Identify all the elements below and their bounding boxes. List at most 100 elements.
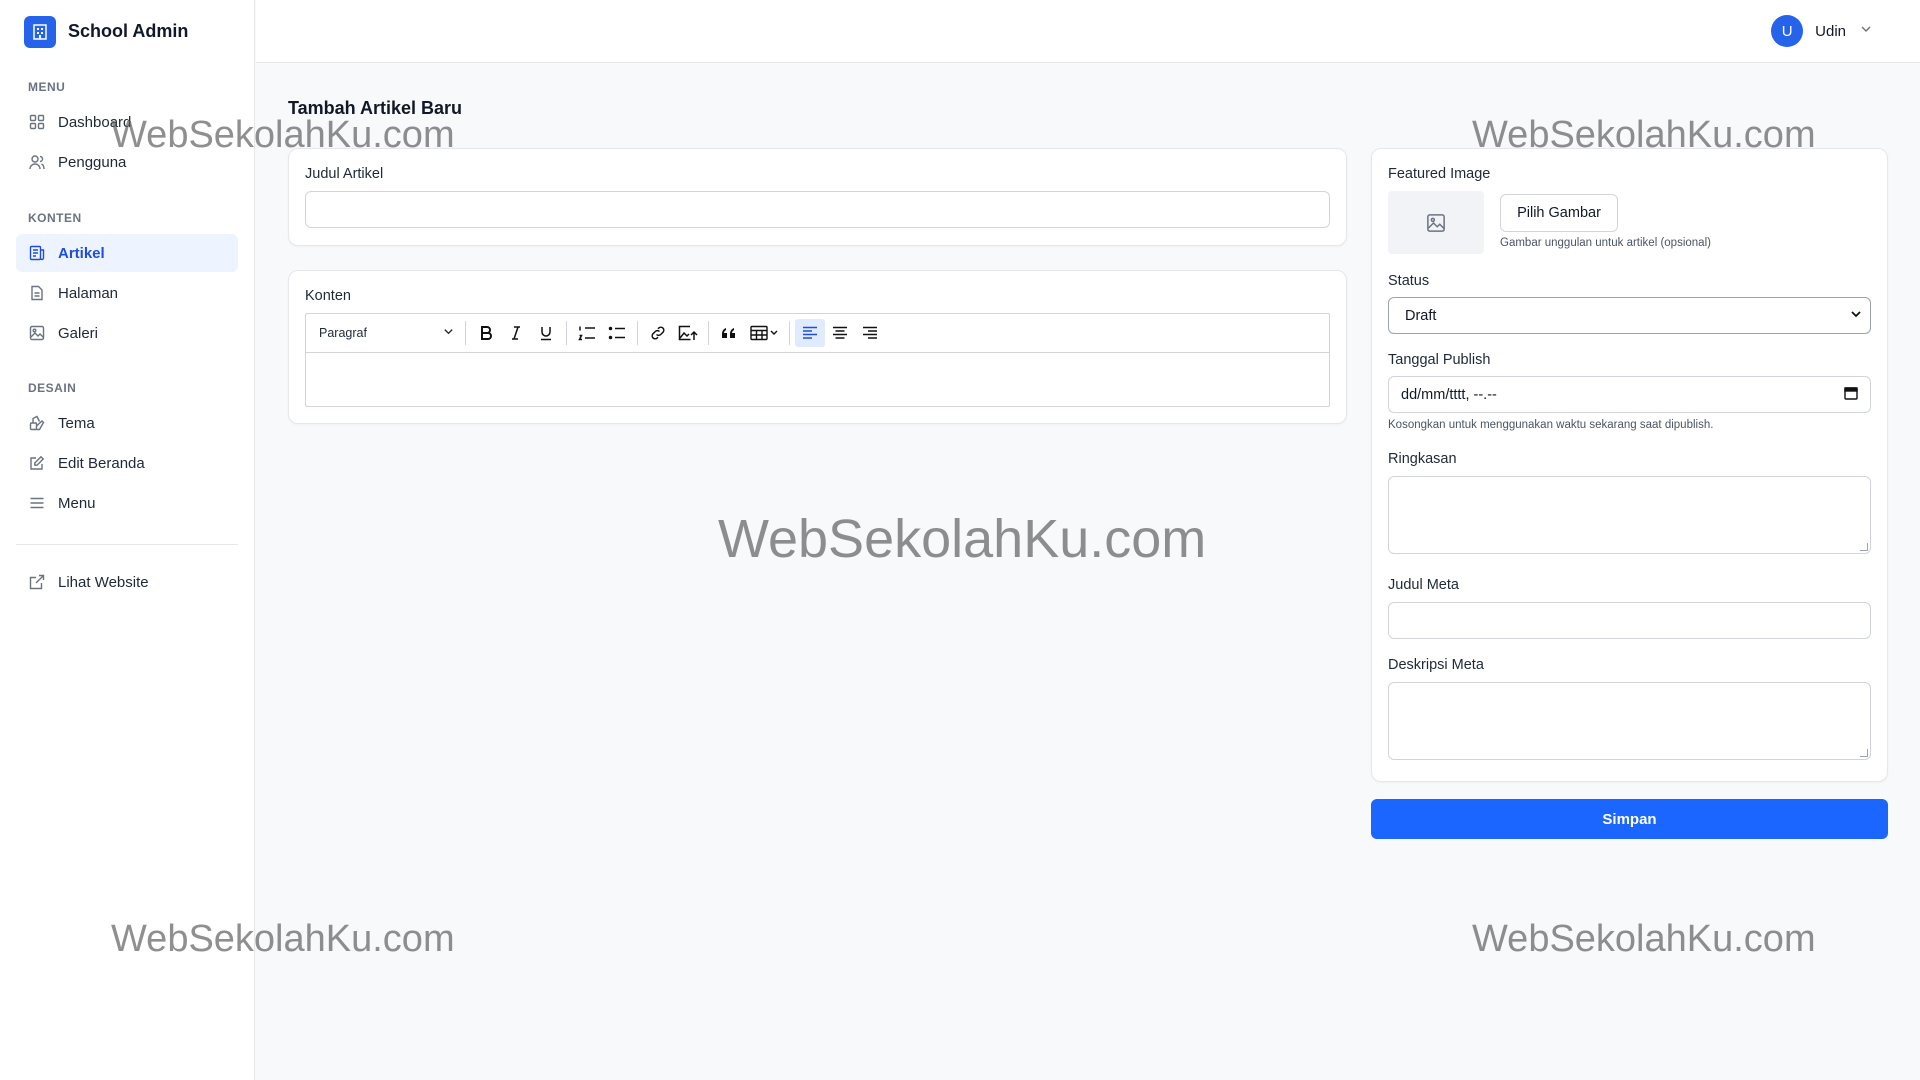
watermark: WebSekolahKu.com	[111, 114, 455, 156]
external-link-icon	[28, 573, 46, 591]
toolbar-separator	[566, 321, 567, 345]
featured-image-label: Featured Image	[1388, 166, 1491, 182]
quote-icon	[722, 328, 735, 338]
rich-text-editor: Paragraf	[305, 313, 1330, 407]
sidebar-item-label: Menu	[58, 494, 96, 512]
dashboard-icon	[28, 113, 46, 131]
numbered-list-button[interactable]	[572, 319, 602, 347]
watermark: WebSekolahKu.com	[1472, 918, 1816, 960]
blockquote-button[interactable]	[714, 319, 744, 347]
sidebar-item-label: Galeri	[58, 324, 99, 342]
bulleted-list-icon	[608, 326, 625, 340]
underline-button[interactable]	[531, 319, 561, 347]
meta-title-input[interactable]	[1388, 602, 1871, 639]
title-input[interactable]	[305, 191, 1330, 228]
sidebar-item-edit-beranda[interactable]: Edit Beranda	[16, 444, 238, 482]
status-label: Status	[1388, 273, 1430, 289]
align-left-icon	[803, 326, 817, 339]
choose-image-button[interactable]: Pilih Gambar	[1500, 194, 1618, 232]
align-left-button[interactable]	[795, 319, 825, 347]
watermark: WebSekolahKu.com	[1472, 114, 1816, 156]
sidebar-item-label: Edit Beranda	[58, 454, 145, 472]
publish-date-input[interactable]: dd/mm/tttt, --.--	[1388, 376, 1871, 413]
resize-handle[interactable]	[1860, 749, 1868, 757]
align-right-icon	[863, 326, 877, 339]
sidebar-item-tema[interactable]: Tema	[16, 404, 238, 442]
image-upload-icon	[678, 325, 698, 341]
status-select[interactable]: Draft	[1388, 297, 1871, 334]
paragraph-format-value: Paragraf	[319, 326, 367, 340]
chevron-down-icon	[1860, 22, 1872, 40]
title-label: Judul Artikel	[305, 166, 384, 182]
align-right-button[interactable]	[855, 319, 885, 347]
toolbar-separator	[465, 321, 466, 345]
italic-icon	[512, 326, 520, 340]
sidebar-item-label: Tema	[58, 414, 95, 432]
publish-date-placeholder: dd/mm/tttt, --.--	[1401, 386, 1497, 403]
link-icon	[651, 326, 665, 340]
align-center-icon	[833, 326, 847, 339]
featured-image-preview	[1388, 191, 1484, 254]
brand[interactable]: School Admin	[0, 0, 254, 63]
chevron-down-icon	[1850, 308, 1862, 324]
topbar: U Udin	[256, 0, 1920, 63]
underline-icon	[541, 327, 551, 341]
paragraph-format-select[interactable]: Paragraf	[314, 320, 460, 347]
watermark: WebSekolahKu.com	[718, 509, 1207, 569]
editor-toolbar: Paragraf	[306, 314, 1329, 353]
nav-section-menu: MENU	[28, 80, 66, 94]
insert-table-button[interactable]	[744, 319, 784, 347]
palette-icon	[28, 414, 46, 432]
toolbar-separator	[637, 321, 638, 345]
menu-lines-icon	[28, 494, 46, 512]
document-icon	[28, 284, 46, 302]
school-building-icon	[24, 15, 56, 48]
sidebar-item-galeri[interactable]: Galeri	[16, 314, 238, 352]
save-button[interactable]: Simpan	[1371, 799, 1888, 839]
bold-icon	[481, 326, 492, 340]
align-center-button[interactable]	[825, 319, 855, 347]
numbered-list-icon	[578, 326, 595, 341]
newspaper-icon	[28, 244, 46, 262]
image-icon	[28, 324, 46, 342]
table-icon	[750, 325, 778, 341]
meta-title-label: Judul Meta	[1388, 577, 1459, 593]
italic-button[interactable]	[501, 319, 531, 347]
nav-section-konten: KONTEN	[28, 211, 82, 225]
edit-icon	[28, 454, 46, 472]
toolbar-separator	[789, 321, 790, 345]
resize-handle[interactable]	[1860, 543, 1868, 551]
sidebar-item-menu[interactable]: Menu	[16, 484, 238, 522]
bold-button[interactable]	[471, 319, 501, 347]
insert-image-button[interactable]	[673, 319, 703, 347]
users-icon	[28, 153, 46, 171]
status-value: Draft	[1405, 307, 1437, 324]
sidebar-item-label: Artikel	[58, 244, 105, 262]
calendar-icon[interactable]	[1844, 386, 1858, 404]
toolbar-separator	[708, 321, 709, 345]
featured-image-hint: Gambar unggulan untuk artikel (opsional)	[1500, 237, 1711, 249]
editor-content-area[interactable]	[306, 353, 1329, 406]
sidebar-item-halaman[interactable]: Halaman	[16, 274, 238, 312]
user-menu[interactable]: U Udin	[1771, 15, 1872, 47]
publish-date-label: Tanggal Publish	[1388, 352, 1491, 368]
link-button[interactable]	[643, 319, 673, 347]
summary-label: Ringkasan	[1388, 451, 1457, 467]
summary-textarea[interactable]	[1388, 476, 1871, 554]
nav-section-desain: DESAIN	[28, 381, 77, 395]
chevron-down-icon	[443, 326, 454, 340]
content-label: Konten	[305, 288, 351, 304]
watermark: WebSekolahKu.com	[111, 918, 455, 960]
meta-description-label: Deskripsi Meta	[1388, 657, 1484, 673]
avatar: U	[1771, 15, 1804, 47]
sidebar-item-label: Halaman	[58, 284, 119, 302]
brand-title: School Admin	[68, 21, 189, 41]
user-name: Udin	[1815, 22, 1846, 40]
publish-date-hint: Kosongkan untuk menggunakan waktu sekara…	[1388, 419, 1714, 431]
sidebar-item-artikel[interactable]: Artikel	[16, 234, 238, 272]
view-website-label: Lihat Website	[58, 573, 149, 591]
image-placeholder-icon	[1427, 213, 1445, 232]
view-website-link[interactable]: Lihat Website	[16, 563, 238, 601]
bulleted-list-button[interactable]	[602, 319, 632, 347]
meta-description-textarea[interactable]	[1388, 682, 1871, 760]
